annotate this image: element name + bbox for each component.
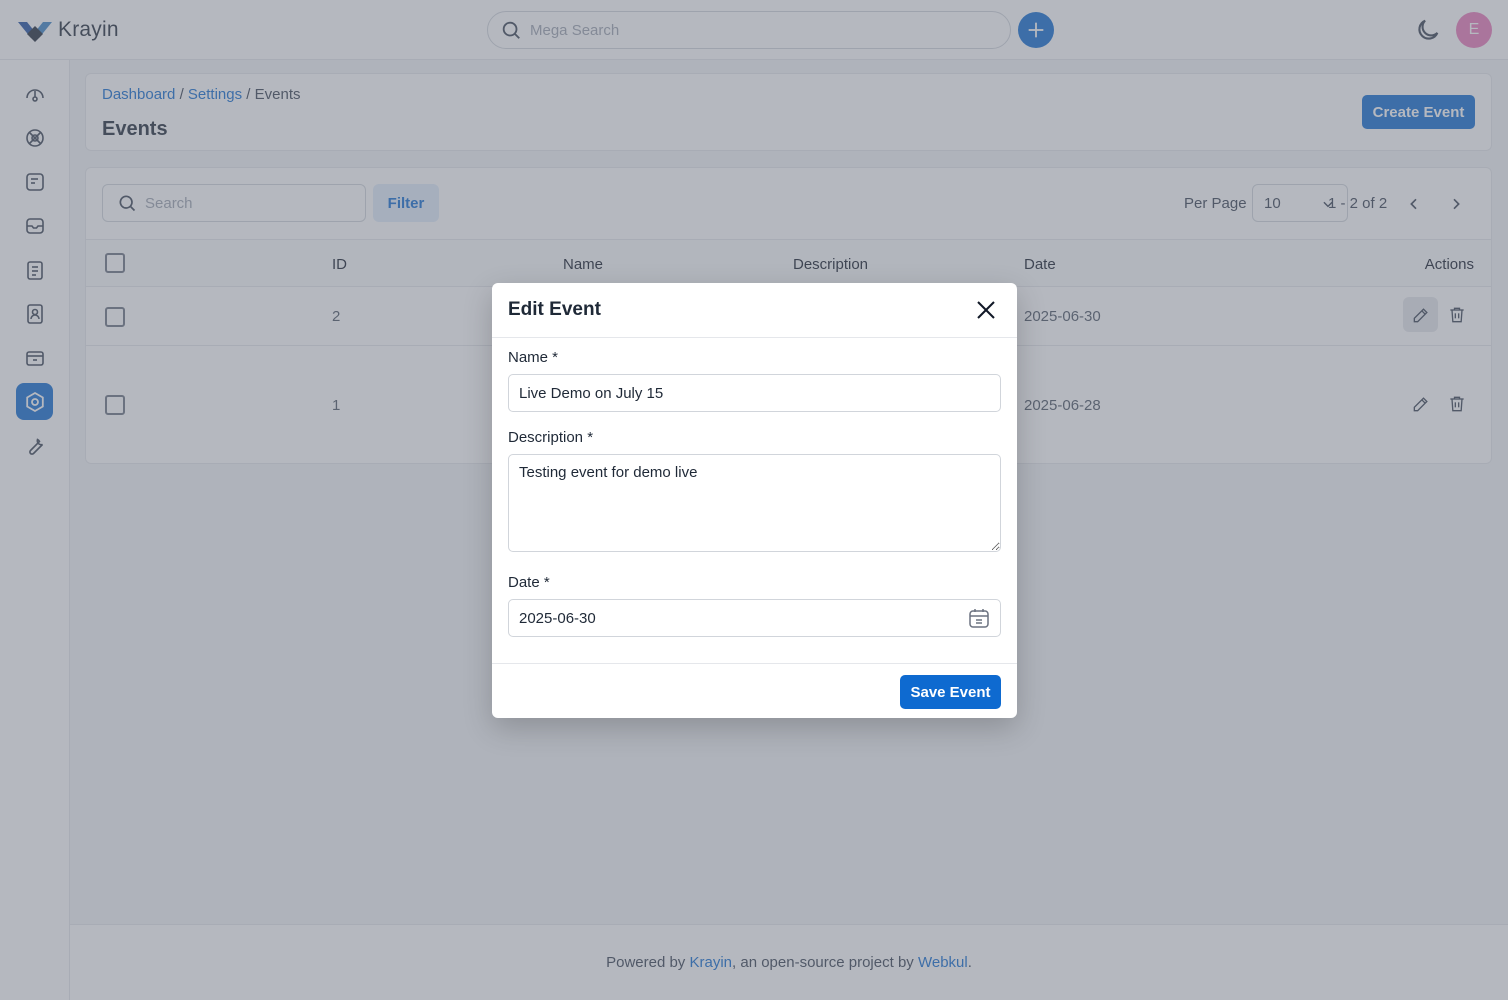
modal-title: Edit Event <box>508 299 601 320</box>
modal-footer: Save Event <box>492 663 1017 718</box>
edit-event-modal: Edit Event Name * Description * Testing … <box>492 283 1017 718</box>
name-label: Name * <box>508 349 559 366</box>
calendar-icon[interactable] <box>967 606 991 630</box>
close-icon <box>977 301 995 319</box>
close-modal-button[interactable] <box>973 297 999 323</box>
description-field[interactable]: Testing event for demo live <box>508 454 1001 552</box>
save-event-button[interactable]: Save Event <box>900 675 1001 709</box>
name-field[interactable] <box>508 374 1001 412</box>
description-label: Description * <box>508 429 594 446</box>
date-label: Date * <box>508 574 550 591</box>
modal-header: Edit Event <box>492 283 1017 338</box>
date-field[interactable] <box>508 599 1001 637</box>
